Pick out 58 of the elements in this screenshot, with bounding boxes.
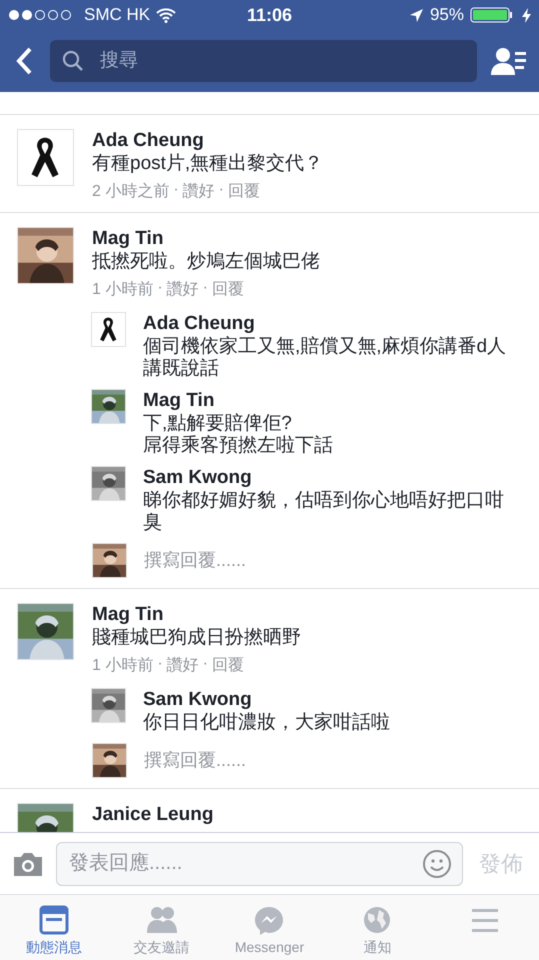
tab-button[interactable]: 動態消息 xyxy=(0,895,108,960)
separator-dot: · xyxy=(157,655,163,674)
separator-dot: · xyxy=(157,279,163,298)
reply-field[interactable]: 撰寫回覆...... xyxy=(144,750,344,771)
carrier-name: SMC HK xyxy=(84,5,150,25)
separator-dot: · xyxy=(173,181,179,200)
reply-text: 下,點解要賠俾佢? 屌得乘客預撚左啦下話 xyxy=(143,413,334,457)
clock-time: 11:06 xyxy=(246,4,292,26)
globe-icon xyxy=(362,905,392,935)
tab-button[interactable]: Messenger xyxy=(216,895,324,960)
reply-text: 睇你都好媚好貌，估唔到你心地唔好把口咁臭 xyxy=(143,490,505,534)
reply-text: 個司機依家工又無,賠償又無,麻煩你講番d人講既說話 xyxy=(143,336,508,380)
comment-text: 抵撚死啦。炒鳩左個城巴佬 xyxy=(92,251,321,273)
comment-text: 有種post片,無種出黎交代？ xyxy=(92,153,324,175)
comment-input[interactable]: 發表回應...... xyxy=(67,851,422,876)
author-name[interactable]: Ada Cheung xyxy=(143,312,508,336)
author-name[interactable]: Sam Kwong xyxy=(143,688,508,712)
wifi-icon xyxy=(156,8,176,22)
author-name[interactable]: Mag Tin xyxy=(92,603,522,627)
person-list-icon xyxy=(491,46,527,76)
reply-link[interactable]: 回覆 xyxy=(212,655,244,676)
ribbon-icon xyxy=(91,312,126,347)
author-name[interactable]: Ada Cheung xyxy=(92,129,522,153)
charging-icon xyxy=(522,8,531,22)
reply-link[interactable]: 回覆 xyxy=(212,279,244,300)
smiley-icon[interactable] xyxy=(422,848,452,878)
like-link[interactable]: 讚好 xyxy=(182,181,215,202)
like-link[interactable]: 讚好 xyxy=(166,655,199,676)
separator-dot: · xyxy=(218,181,224,200)
author-name[interactable]: Mag Tin xyxy=(143,389,508,413)
search-field[interactable]: 搜尋 xyxy=(50,40,477,82)
timestamp: 1 小時前 xyxy=(92,656,154,676)
search-icon xyxy=(62,50,84,72)
separator-dot: · xyxy=(202,279,208,298)
reply-text: 你日日化咁濃妝，大家咁話啦 xyxy=(143,712,391,734)
search-input[interactable]: 搜尋 xyxy=(98,49,465,73)
location-arrow-icon xyxy=(408,8,424,22)
author-name[interactable]: Mag Tin xyxy=(92,227,522,251)
ribbon-icon xyxy=(17,129,74,186)
battery-percent: 95% xyxy=(430,5,464,25)
separator-dot: · xyxy=(202,655,208,674)
two-people-icon xyxy=(146,905,177,935)
news-feed-icon xyxy=(38,905,69,935)
tab-button[interactable]: 通知 xyxy=(323,895,432,960)
reply-link[interactable]: 回覆 xyxy=(228,181,260,202)
comment-field[interactable]: 發表回應...... xyxy=(56,842,463,886)
back-chevron-icon xyxy=(16,47,32,75)
camera-icon[interactable] xyxy=(12,850,44,876)
messenger-icon xyxy=(254,905,284,935)
timestamp: 2 小時之前 xyxy=(92,182,170,202)
tab-button[interactable]: 交友邀請 xyxy=(108,895,216,960)
timestamp: 1 小時前 xyxy=(92,280,154,300)
reply-field[interactable]: 撰寫回覆...... xyxy=(144,550,344,571)
author-name[interactable]: Sam Kwong xyxy=(143,466,508,490)
friends-list-button[interactable] xyxy=(491,46,527,76)
comment-text: 賤種城巴狗成日扮撚晒野 xyxy=(92,627,302,649)
author-name[interactable]: Janice Leung xyxy=(92,803,522,827)
like-link[interactable]: 讚好 xyxy=(166,279,199,300)
